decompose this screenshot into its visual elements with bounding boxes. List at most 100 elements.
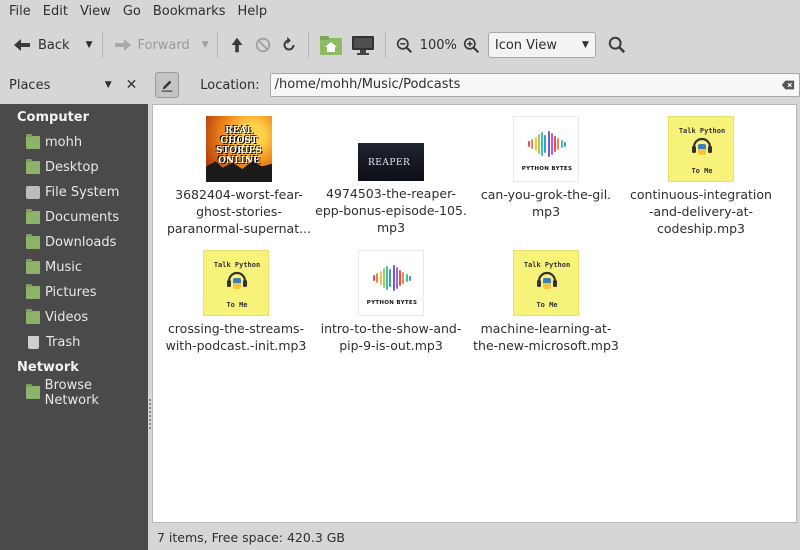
thumbnail-text: REAL GHOST STORIES ONLINE — [215, 126, 263, 166]
menu-bookmarks[interactable]: Bookmarks — [147, 0, 232, 24]
file-item[interactable]: Talk Python To Me continuous-integration… — [623, 116, 779, 237]
forward-arrow-icon — [115, 39, 132, 51]
sidebar-item-file-system[interactable]: File System — [0, 180, 148, 205]
toolbar-separator — [102, 32, 104, 58]
back-label: Back — [38, 37, 70, 53]
location-label: Location: — [200, 77, 260, 93]
file-name: intro-to-the-show-and- pip-9-is-out.mp3 — [320, 321, 462, 353]
menu-help[interactable]: Help — [231, 0, 273, 24]
menu-go[interactable]: Go — [117, 0, 147, 24]
toolbar: Back ▼ Forward ▼ 100% Icon View ▼ — [0, 24, 800, 66]
stop-button[interactable] — [250, 30, 276, 60]
places-header: Places ▼ ✕ — [0, 66, 149, 104]
computer-button[interactable] — [347, 30, 379, 60]
file-item[interactable]: PYTHON BYTES intro-to-the-show-and- pip-… — [313, 250, 469, 354]
stop-icon — [255, 37, 270, 53]
places-title: Places — [9, 77, 51, 93]
thumbnail-text: To Me — [691, 167, 713, 175]
home-folder-icon — [26, 134, 40, 149]
file-name: can-you-grok-the-gil. mp3 — [480, 187, 612, 219]
forward-button[interactable]: Forward — [109, 30, 193, 60]
thumbnail-text: PYTHON BYTES — [366, 300, 418, 306]
downloads-folder-icon — [26, 234, 40, 249]
sidebar-item-trash[interactable]: Trash — [0, 330, 148, 355]
search-icon — [608, 36, 625, 54]
file-item[interactable]: REAL GHOST STORIES ONLINE 3682404-worst-… — [161, 116, 317, 237]
sidebar-item-label: Videos — [45, 310, 89, 325]
sidebar-item-videos[interactable]: Videos — [0, 305, 148, 330]
sidebar-item-label: Trash — [46, 335, 81, 350]
file-name: continuous-integration -and-delivery-at-… — [630, 187, 772, 236]
file-name: machine-learning-at- the-new-microsoft.m… — [473, 321, 619, 353]
documents-folder-icon — [26, 209, 40, 224]
talk-python-thumbnail: Talk Python To Me — [203, 250, 269, 316]
headphones-python-logo-icon — [227, 271, 247, 289]
computer-monitor-icon — [351, 36, 374, 55]
location-input[interactable]: /home/mohh/Music/Podcasts — [269, 73, 800, 97]
location-edit-toggle-button[interactable] — [155, 72, 180, 98]
splitter-grip — [149, 399, 151, 429]
reload-button[interactable] — [276, 30, 302, 60]
back-arrow-icon — [14, 39, 30, 51]
file-item[interactable]: Talk Python To Me crossing-the-streams- … — [158, 250, 314, 354]
file-item[interactable]: REAPER 4974503-the-reaper- epp-bonus-epi… — [313, 116, 469, 236]
sidebar-item-label: Pictures — [45, 285, 97, 300]
zoom-level: 100% — [419, 37, 457, 53]
view-mode-value: Icon View — [494, 37, 558, 53]
forward-history-dropdown-icon[interactable]: ▼ — [202, 40, 209, 50]
thumbnail-text: PYTHON BYTES — [521, 166, 573, 172]
sidebar-item-label: Music — [45, 260, 82, 275]
sidebar-item-label: Downloads — [45, 235, 117, 250]
sidebar-item-desktop[interactable]: Desktop — [0, 155, 148, 180]
headphones-python-logo-icon — [692, 137, 712, 155]
toolbar-separator — [307, 32, 309, 58]
forward-label: Forward — [137, 37, 190, 53]
view-mode-select[interactable]: Icon View ▼ — [487, 32, 596, 58]
back-history-dropdown-icon[interactable]: ▼ — [86, 40, 93, 50]
location-row: Places ▼ ✕ Location: /home/mohh/Music/Po… — [0, 66, 800, 104]
chevron-down-icon: ▼ — [581, 40, 589, 50]
back-button[interactable]: Back — [8, 30, 74, 60]
file-view: REAL GHOST STORIES ONLINE 3682404-worst-… — [152, 104, 797, 523]
menu-file[interactable]: File — [3, 0, 37, 24]
up-button[interactable] — [224, 30, 250, 60]
menu-edit[interactable]: Edit — [37, 0, 74, 24]
python-bytes-thumbnail: PYTHON BYTES — [358, 250, 424, 316]
close-sidebar-icon[interactable]: ✕ — [126, 77, 138, 93]
sidebar-item-documents[interactable]: Documents — [0, 205, 148, 230]
search-button[interactable] — [604, 30, 630, 60]
trash-icon — [28, 336, 39, 349]
sidebar-item-pictures[interactable]: Pictures — [0, 280, 148, 305]
videos-folder-icon — [26, 309, 40, 324]
sidebar-item-downloads[interactable]: Downloads — [0, 230, 148, 255]
sidebar-item-browse-network[interactable]: Browse Network — [0, 377, 148, 408]
thumbnail-text: To Me — [226, 301, 248, 309]
menu-view[interactable]: View — [74, 0, 117, 24]
status-bar: 7 items, Free space: 420.3 GB — [152, 524, 800, 550]
places-sidebar: Computer mohh Desktop File System Docume… — [0, 104, 148, 550]
reload-icon — [283, 36, 295, 51]
thumbnail-text: To Me — [536, 301, 558, 309]
music-folder-icon — [26, 259, 40, 274]
file-name: 3682404-worst-fear- ghost-stories- paran… — [166, 187, 312, 236]
python-bytes-thumbnail: PYTHON BYTES — [513, 116, 579, 182]
toolbar-separator — [384, 32, 386, 58]
network-folder-icon — [26, 384, 40, 399]
sidebar-item-music[interactable]: Music — [0, 255, 148, 280]
toolbar-separator — [216, 32, 218, 58]
status-text: 7 items, Free space: 420.3 GB — [157, 529, 346, 545]
headphones-python-logo-icon — [537, 271, 557, 289]
zoom-out-button[interactable] — [392, 30, 417, 60]
file-item[interactable]: Talk Python To Me machine-learning-at- t… — [468, 250, 624, 354]
menu-bar: File Edit View Go Bookmarks Help — [0, 0, 800, 24]
sidebar-mode-dropdown-icon[interactable]: ▼ — [105, 80, 112, 90]
file-item[interactable]: PYTHON BYTES can-you-grok-the-gil. mp3 — [468, 116, 624, 220]
sidebar-item-mohh[interactable]: mohh — [0, 130, 148, 155]
talk-python-thumbnail: Talk Python To Me — [513, 250, 579, 316]
home-button[interactable] — [315, 30, 347, 60]
file-name: 4974503-the-reaper- epp-bonus-episode-10… — [315, 186, 467, 235]
zoom-in-icon — [463, 37, 479, 53]
zoom-in-button[interactable] — [459, 30, 484, 60]
clear-location-icon[interactable] — [781, 79, 795, 91]
sidebar-item-label: Browse Network — [44, 377, 99, 408]
